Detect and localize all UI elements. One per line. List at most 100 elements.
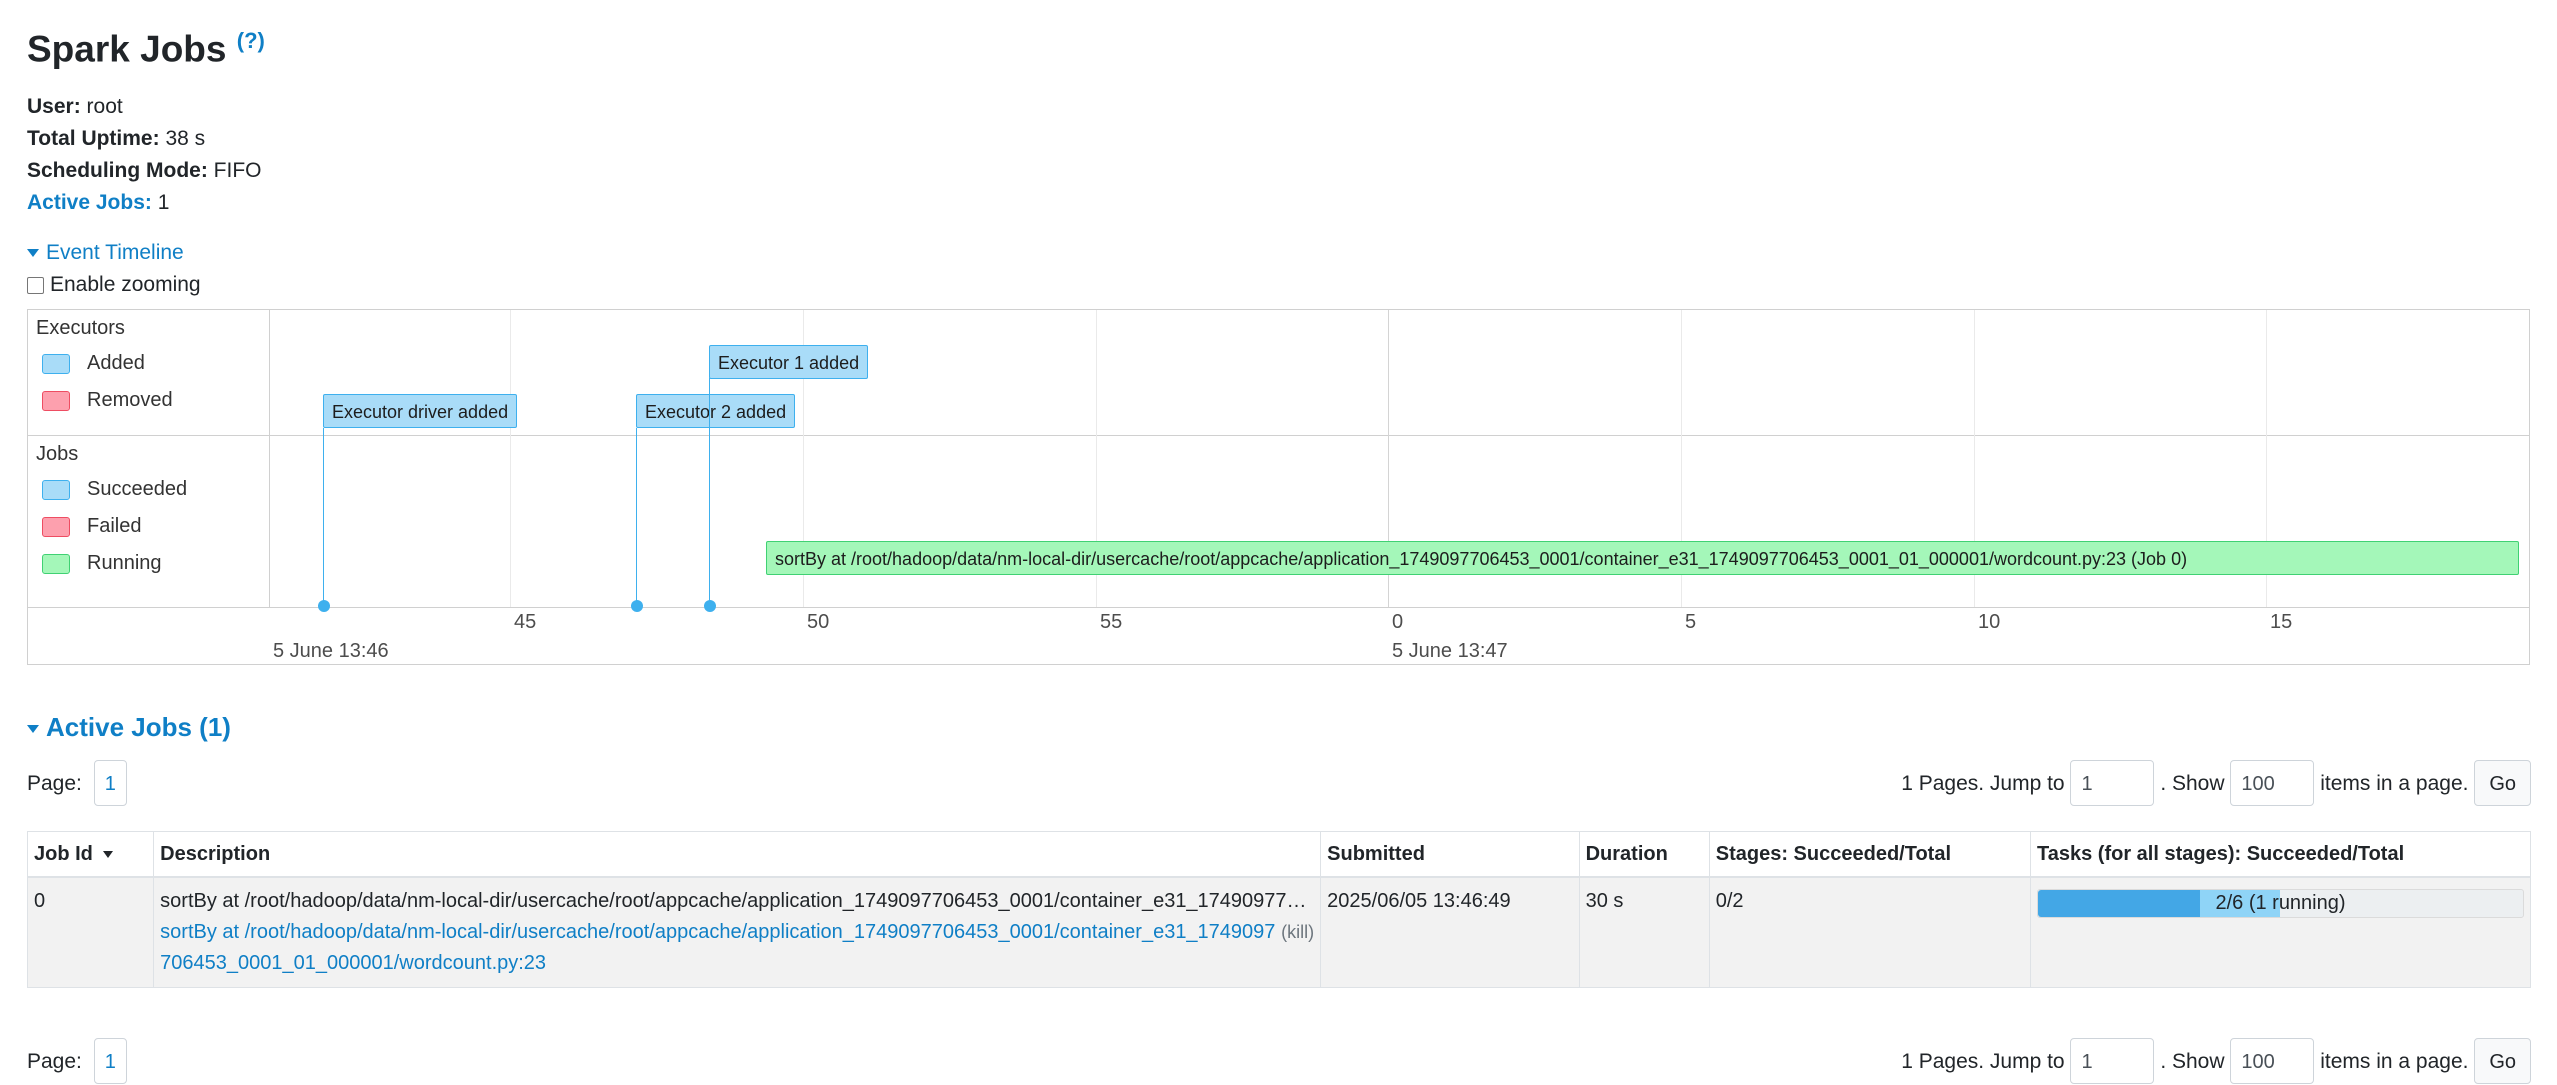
pagination-bottom-left: Page: 1 — [27, 1038, 127, 1084]
active-jobs-count: 1 — [157, 191, 170, 214]
pagination-bottom-right: 1 Pages. Jump to 1 . Show 100 items in a… — [1901, 1038, 2531, 1084]
summary-uptime: Total Uptime: 38 s — [27, 123, 262, 155]
event-executor-1-added[interactable]: Executor 1 added — [709, 345, 869, 379]
submitted-cell: 2025/06/05 13:46:49 — [1320, 876, 1580, 988]
description-cell: sortBy at /root/hadoop/data/nm-local-dir… — [153, 876, 1322, 988]
page-size-input[interactable]: 100 — [2230, 760, 2315, 806]
group-separator — [28, 435, 2529, 436]
tick-label: 55 — [1100, 611, 1123, 633]
summary-mode: Scheduling Mode: FIFO — [27, 155, 262, 187]
removed-swatch — [42, 390, 70, 411]
event-timeline[interactable]: Executors Added Removed Jobs Succeeded F… — [27, 309, 2530, 665]
col-submitted-label: Submitted — [1327, 842, 1425, 865]
go-button[interactable]: Go — [2474, 1038, 2531, 1084]
tasks-cell: 2/6 (1 running) — [2030, 876, 2531, 988]
major-tick-label: 5 June 13:46 — [273, 640, 389, 662]
axis-separator — [28, 607, 2529, 608]
user-label: User: — [27, 95, 81, 118]
event-line — [636, 428, 637, 606]
summary-user: User: root — [27, 91, 262, 123]
go-button[interactable]: Go — [2474, 760, 2531, 806]
summary-active: Active Jobs: 1 — [27, 187, 262, 219]
col-tasks-label: Tasks (for all stages): Succeeded/Total — [2037, 842, 2405, 865]
running-swatch — [42, 553, 70, 574]
jump-to-page-input[interactable]: 1 — [2070, 1038, 2155, 1084]
event-dot — [631, 600, 643, 612]
duration-cell: 30 s — [1578, 876, 1710, 988]
event-dot — [318, 600, 330, 612]
legend-removed-label: Removed — [87, 389, 173, 411]
job-id-cell: 0 — [26, 876, 155, 988]
page-number-button[interactable]: 1 — [93, 760, 127, 806]
page-label: Page: — [27, 772, 82, 795]
kill-link[interactable]: (kill) — [1281, 917, 1314, 948]
legend-job-running: Running — [42, 552, 162, 575]
tick-label: 50 — [807, 611, 830, 633]
show-text: . Show — [2160, 1050, 2225, 1073]
uptime-label: Total Uptime: — [27, 127, 160, 150]
col-description-label: Description — [160, 842, 271, 865]
jump-to-page-input[interactable]: 1 — [2070, 760, 2155, 806]
pages-text: 1 Pages. Jump to — [1901, 1050, 2065, 1073]
chevron-down-icon — [27, 249, 39, 258]
zoom-checkbox[interactable] — [27, 276, 44, 294]
event-line — [323, 428, 324, 606]
col-description[interactable]: Description — [153, 831, 1322, 878]
user-value: root — [86, 95, 123, 118]
show-text: . Show — [2160, 772, 2225, 795]
help-link[interactable]: (?) — [237, 28, 265, 53]
zoom-label: Enable zooming — [50, 273, 201, 296]
col-stages-label: Stages: Succeeded/Total — [1715, 842, 1952, 865]
legend-executor-added: Added — [42, 352, 145, 375]
col-duration[interactable]: Duration — [1578, 831, 1710, 878]
failed-swatch — [42, 516, 70, 537]
event-executor-driver-added[interactable]: Executor driver added — [323, 394, 518, 428]
active-jobs-toggle[interactable]: Active Jobs (1) — [27, 712, 231, 743]
timeline-legend: Executors Added Removed Jobs Succeeded F… — [28, 310, 270, 607]
tick-label: 45 — [514, 611, 537, 633]
event-line — [709, 378, 710, 606]
active-jobs-table: Job Id Description Submitted Duration St… — [26, 831, 2531, 988]
major-tick-label: 5 June 13:47 — [1392, 640, 1508, 662]
col-stages[interactable]: Stages: Succeeded/Total — [1708, 831, 2032, 878]
pagination-top-left: Page: 1 — [27, 760, 127, 806]
tasks-progress-bar: 2/6 (1 running) — [2037, 889, 2524, 918]
mode-value: FIFO — [213, 159, 262, 182]
tick-label: 5 — [1685, 611, 1697, 633]
tick-label: 15 — [2270, 611, 2293, 633]
event-timeline-label: Event Timeline — [46, 241, 184, 264]
summary-list: User: root Total Uptime: 38 s Scheduling… — [27, 91, 262, 219]
job-0-bar[interactable]: sortBy at /root/hadoop/data/nm-local-dir… — [766, 541, 2519, 575]
description-text: sortBy at /root/hadoop/data/nm-local-dir… — [160, 890, 1314, 912]
col-job-id[interactable]: Job Id — [26, 831, 155, 878]
active-jobs-heading: Active Jobs (1) — [46, 712, 231, 742]
col-submitted[interactable]: Submitted — [1320, 831, 1580, 878]
event-timeline-toggle[interactable]: Event Timeline — [27, 241, 184, 265]
legend-executor-removed: Removed — [42, 389, 173, 412]
legend-job-succeeded: Succeeded — [42, 478, 187, 501]
legend-running-label: Running — [87, 552, 162, 574]
page-number-button[interactable]: 1 — [93, 1038, 127, 1084]
progress-label: 2/6 (1 running) — [2215, 892, 2346, 914]
mode-label: Scheduling Mode: — [27, 159, 208, 182]
tick-label: 0 — [1392, 611, 1404, 633]
active-jobs-link[interactable]: Active Jobs: — [27, 191, 152, 214]
enable-zooming[interactable]: Enable zooming — [27, 273, 201, 297]
legend-added-label: Added — [87, 352, 145, 374]
pagination-top-right: 1 Pages. Jump to 1 . Show 100 items in a… — [1901, 760, 2531, 806]
succeeded-swatch — [42, 479, 70, 500]
stages-cell: 0/2 — [1708, 876, 2032, 988]
sort-desc-icon — [102, 850, 113, 858]
page-title: Spark Jobs (?) — [27, 28, 265, 70]
col-tasks[interactable]: Tasks (for all stages): Succeeded/Total — [2030, 831, 2531, 878]
executors-group-title: Executors — [36, 317, 125, 339]
page-size-input[interactable]: 100 — [2230, 1038, 2315, 1084]
chevron-down-icon — [27, 725, 39, 734]
legend-failed-label: Failed — [87, 515, 142, 537]
added-swatch — [42, 353, 70, 374]
job-description-link[interactable]: sortBy at /root/hadoop/data/nm-local-dir… — [160, 917, 1310, 979]
page-header: Spark Jobs (?) — [27, 28, 265, 70]
event-executor-2-added[interactable]: Executor 2 added — [636, 394, 796, 428]
col-job-id-label: Job Id — [34, 842, 93, 865]
table-header-row: Job Id Description Submitted Duration St… — [26, 831, 2531, 878]
